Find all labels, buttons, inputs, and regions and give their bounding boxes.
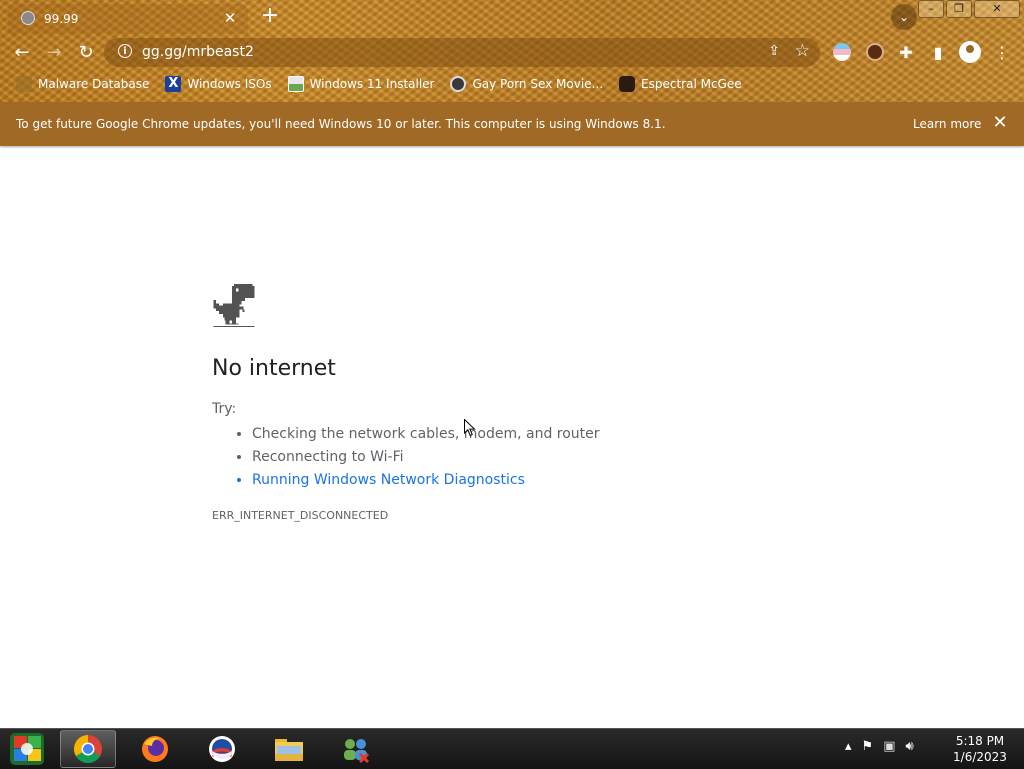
globe-icon [21, 11, 35, 25]
profile-avatar-icon[interactable] [959, 41, 981, 63]
action-center-flag-icon[interactable]: ⚑ [862, 739, 874, 754]
bookmark-label: Malware Database [38, 77, 150, 91]
suggestion-list: Checking the network cables, modem, and … [232, 424, 600, 493]
chrome-taskbar-button[interactable] [60, 730, 116, 768]
globe-icon [16, 76, 32, 92]
new-tab-button[interactable]: + [258, 5, 282, 29]
error-code: ERR_INTERNET_DISCONNECTED [212, 509, 389, 522]
clock-date: 1/6/2023 [953, 750, 1007, 764]
side-panel-icon[interactable]: ▮ [927, 42, 949, 64]
bookmark-item[interactable]: Gay Porn Sex Movie... [450, 74, 603, 94]
network-app-taskbar-button[interactable] [328, 730, 384, 768]
bookmark-star-icon[interactable]: ☆ [795, 41, 810, 61]
bookmark-label: Windows 11 Installer [309, 77, 435, 91]
folder-icon [275, 739, 303, 761]
page-title: No internet [212, 356, 336, 381]
bookmarks-bar: Malware Database X Windows ISOs Windows … [16, 74, 758, 94]
volume-icon[interactable]: 🔊︎ [905, 739, 913, 754]
window-controls: – ❐ ✕ [918, 0, 1020, 18]
infobar-close-icon[interactable]: ✕ [990, 112, 1010, 133]
firefox-taskbar-button[interactable] [127, 730, 183, 768]
extension-flag-icon[interactable] [833, 43, 851, 61]
restore-button[interactable]: ❐ [946, 0, 972, 18]
bookmark-label: Espectral McGee [641, 77, 742, 91]
file-explorer-taskbar-button[interactable] [261, 730, 317, 768]
menu-kebab-icon[interactable]: ⋮ [991, 42, 1013, 64]
mouse-cursor-icon [464, 419, 476, 437]
start-button-icon[interactable] [8, 731, 46, 767]
bookmark-item[interactable]: Windows 11 Installer [287, 74, 435, 94]
bookmark-item[interactable]: X Windows ISOs [165, 74, 272, 94]
obama-logo-taskbar-button[interactable] [194, 730, 250, 768]
infobar-message: To get future Google Chrome updates, you… [16, 117, 666, 131]
tab-close-icon[interactable]: ✕ [220, 8, 240, 28]
site-info-icon[interactable]: i [118, 44, 132, 58]
bookmark-label: Windows ISOs [187, 77, 272, 91]
network-diagnostics-link[interactable]: Running Windows Network Diagnostics [252, 470, 600, 493]
back-button[interactable]: ← [9, 40, 35, 66]
extension-avatar-icon[interactable] [866, 43, 884, 61]
url-text: gg.gg/mrbeast2 [142, 44, 254, 60]
face-icon [450, 76, 467, 92]
tab-title: 99.99 [44, 12, 79, 26]
suggestion-item: Checking the network cables, modem, and … [252, 424, 600, 447]
extensions-puzzle-icon[interactable]: ✚ [895, 42, 917, 64]
chrome-icon [74, 735, 102, 763]
address-bar[interactable]: i gg.gg/mrbeast2 ⇪ ☆ [104, 38, 820, 67]
try-label: Try: [212, 401, 237, 417]
learn-more-link[interactable]: Learn more [913, 117, 981, 131]
x-icon: X [165, 76, 182, 92]
suggestion-item: Reconnecting to Wi-Fi [252, 447, 600, 470]
bookmark-label: Gay Porn Sex Movie... [472, 77, 604, 91]
bookmark-item[interactable]: Malware Database [16, 74, 149, 94]
browser-tab[interactable]: 99.99 ✕ [8, 4, 248, 34]
bookmark-item[interactable]: Espectral McGee [619, 74, 742, 94]
minimize-button[interactable]: – [918, 0, 944, 18]
update-infobar: To get future Google Chrome updates, you… [0, 102, 1024, 146]
image-icon [287, 76, 304, 92]
taskbar: ▴ ⚑ ▣ 🔊︎ 5:18 PM 1/6/2023 [0, 728, 1024, 769]
network-disconnected-icon[interactable]: ▣ [883, 739, 895, 754]
system-tray: ▴ ⚑ ▣ 🔊︎ [845, 739, 914, 754]
firefox-icon [142, 736, 168, 762]
taskbar-clock[interactable]: 5:18 PM 1/6/2023 [948, 733, 1012, 765]
share-icon[interactable]: ⇪ [768, 43, 780, 59]
close-window-button[interactable]: ✕ [974, 0, 1020, 18]
reload-button[interactable]: ↻ [73, 40, 99, 66]
people-network-icon [344, 739, 370, 764]
mask-icon [619, 76, 636, 92]
browser-frame: 99.99 ✕ + ⌄ – ❐ ✕ ← → ↻ i gg.gg/mrbeast2… [0, 0, 1024, 102]
clock-time: 5:18 PM [955, 734, 1005, 748]
dino-icon [213, 284, 255, 328]
forward-button[interactable]: → [41, 40, 67, 66]
tab-search-button[interactable]: ⌄ [891, 4, 917, 30]
obama-logo-icon [209, 736, 235, 762]
show-hidden-icons-icon[interactable]: ▴ [845, 739, 852, 754]
